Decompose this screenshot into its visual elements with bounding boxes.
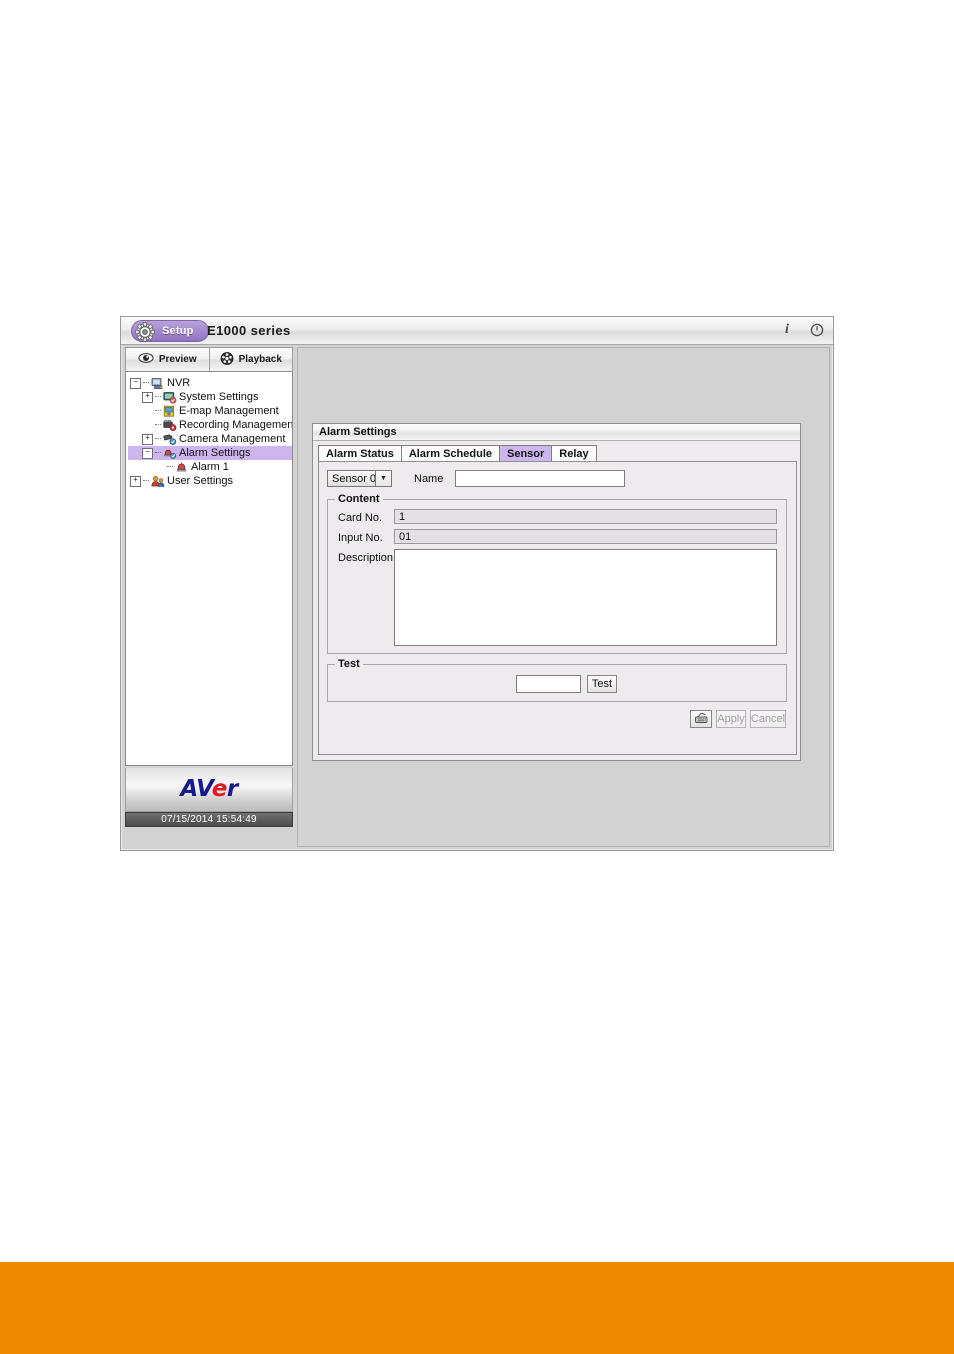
apply-button[interactable]: Apply (716, 710, 746, 728)
test-button-label: Test (591, 678, 613, 690)
film-reel-icon (220, 351, 234, 368)
tree-connector (143, 480, 149, 482)
tree-connector (155, 396, 161, 398)
save-icon-button[interactable] (690, 710, 712, 728)
tree-item-emap-management[interactable]: E-map Management (128, 404, 292, 418)
logo-part-av: AV (180, 776, 212, 802)
sensor-tab-panel: Sensor 01 ▼ Name Content Card No. 1 Inpu… (318, 461, 797, 755)
test-group-title: Test (335, 658, 363, 670)
content-group: Content Card No. 1 Input No. 01 Descript… (327, 493, 787, 654)
logo-part-e: e (211, 776, 228, 802)
tab-playback-label: Playback (238, 354, 282, 365)
tree-item-label: Alarm Settings (179, 447, 251, 459)
window-titlebar: Setup E1000 series i (121, 317, 833, 345)
eye-icon (138, 352, 154, 367)
tab-label: Relay (559, 448, 589, 460)
tree-item-alarm-1[interactable]: Alarm 1 (128, 460, 292, 474)
tree-item-nvr[interactable]: − NVR (128, 376, 292, 390)
status-timestamp: 07/15/2014 15:54:49 (125, 812, 293, 827)
tree-connector (143, 382, 149, 384)
test-group: Test Test (327, 658, 787, 702)
tree-item-recording-management[interactable]: Recording Management (128, 418, 292, 432)
test-button[interactable]: Test (587, 675, 617, 693)
tree-root: − NVR + System Settings E-map Management… (126, 372, 292, 488)
panel-header: Alarm Settings (313, 424, 800, 441)
recording-icon (163, 419, 177, 432)
alarm-bell-icon (175, 461, 189, 474)
name-input[interactable] (455, 470, 626, 487)
emap-icon (163, 405, 177, 418)
tree-item-label: NVR (167, 377, 191, 389)
left-panel: Preview Playback − NVR + System Settings… (125, 347, 293, 847)
setup-button[interactable]: Setup (131, 320, 209, 342)
tab-label: Alarm Status (326, 448, 394, 460)
tree-item-label: System Settings (179, 391, 259, 403)
tree-item-label: Recording Management (179, 419, 293, 431)
tree-item-user-settings[interactable]: + User Settings (128, 474, 292, 488)
name-label: Name (414, 472, 444, 485)
tree-item-camera-management[interactable]: + Camera Management (128, 432, 292, 446)
input-no-value: 01 (394, 529, 777, 544)
titlebar-icons: i (779, 322, 825, 338)
cancel-button-label: Cancel (750, 713, 786, 725)
tab-alarm-status[interactable]: Alarm Status (318, 445, 402, 462)
tree-connector (167, 466, 173, 468)
apply-button-label: Apply (717, 713, 745, 725)
expander-icon[interactable]: + (130, 475, 141, 487)
tree-connector (155, 452, 161, 454)
alarm-settings-panel: Alarm Settings Alarm Status Alarm Schedu… (312, 423, 801, 761)
gear-icon (135, 322, 155, 342)
camera-icon (163, 433, 177, 446)
tab-label: Alarm Schedule (408, 448, 492, 460)
sensor-select[interactable]: Sensor 01 ▼ (327, 470, 392, 487)
tree-connector (155, 410, 161, 412)
sensor-selector-row: Sensor 01 ▼ Name (327, 470, 626, 487)
info-icon[interactable]: i (779, 322, 795, 338)
window-title: E1000 series (207, 323, 291, 338)
card-no-value: 1 (394, 509, 777, 524)
navigation-tree[interactable]: − NVR + System Settings E-map Management… (125, 371, 293, 766)
user-icon (151, 475, 165, 488)
tab-sensor[interactable]: Sensor (499, 445, 553, 462)
cancel-button[interactable]: Cancel (750, 710, 786, 728)
setup-button-label: Setup (162, 325, 194, 337)
tab-preview-label: Preview (158, 354, 197, 365)
tab-playback[interactable]: Playback (209, 347, 293, 371)
tree-item-label: Camera Management (179, 433, 286, 445)
expander-icon[interactable]: − (142, 447, 153, 459)
logo-part-r: r (226, 776, 238, 802)
settings-tabstrip: Alarm Status Alarm Schedule Sensor Relay (318, 445, 597, 462)
description-label: Description (338, 552, 394, 564)
tab-alarm-schedule[interactable]: Alarm Schedule (400, 445, 500, 462)
tree-item-label: Alarm 1 (191, 461, 229, 473)
aver-logo: AVer (180, 776, 238, 802)
page-footer-band (0, 1262, 954, 1354)
tree-connector (155, 424, 161, 426)
tree-item-system-settings[interactable]: + System Settings (128, 390, 292, 404)
tree-connector (155, 438, 161, 440)
server-icon (151, 377, 165, 390)
tab-preview[interactable]: Preview (125, 347, 210, 371)
expander-icon[interactable]: + (142, 391, 153, 403)
description-textarea[interactable] (394, 549, 777, 646)
brand-logo-area: AVer (125, 768, 293, 812)
alarm-settings-icon (163, 447, 177, 460)
input-no-label: Input No. (338, 532, 383, 544)
expander-icon[interactable]: + (142, 433, 153, 445)
test-input[interactable] (516, 675, 581, 693)
content-group-title: Content (335, 493, 383, 505)
expander-icon[interactable]: − (130, 377, 141, 389)
system-settings-icon (163, 391, 177, 404)
mode-tabs: Preview Playback (125, 347, 293, 371)
device-icon (694, 712, 709, 727)
card-no-label: Card No. (338, 512, 383, 524)
tree-item-alarm-settings[interactable]: − Alarm Settings (128, 446, 292, 460)
action-buttons: Apply Cancel (690, 710, 786, 728)
tree-item-label: User Settings (167, 475, 234, 487)
tree-item-label: E-map Management (179, 405, 279, 417)
power-icon[interactable] (809, 322, 825, 338)
chevron-down-icon[interactable]: ▼ (375, 471, 391, 486)
tab-label: Sensor (507, 448, 545, 460)
tab-relay[interactable]: Relay (551, 445, 597, 462)
